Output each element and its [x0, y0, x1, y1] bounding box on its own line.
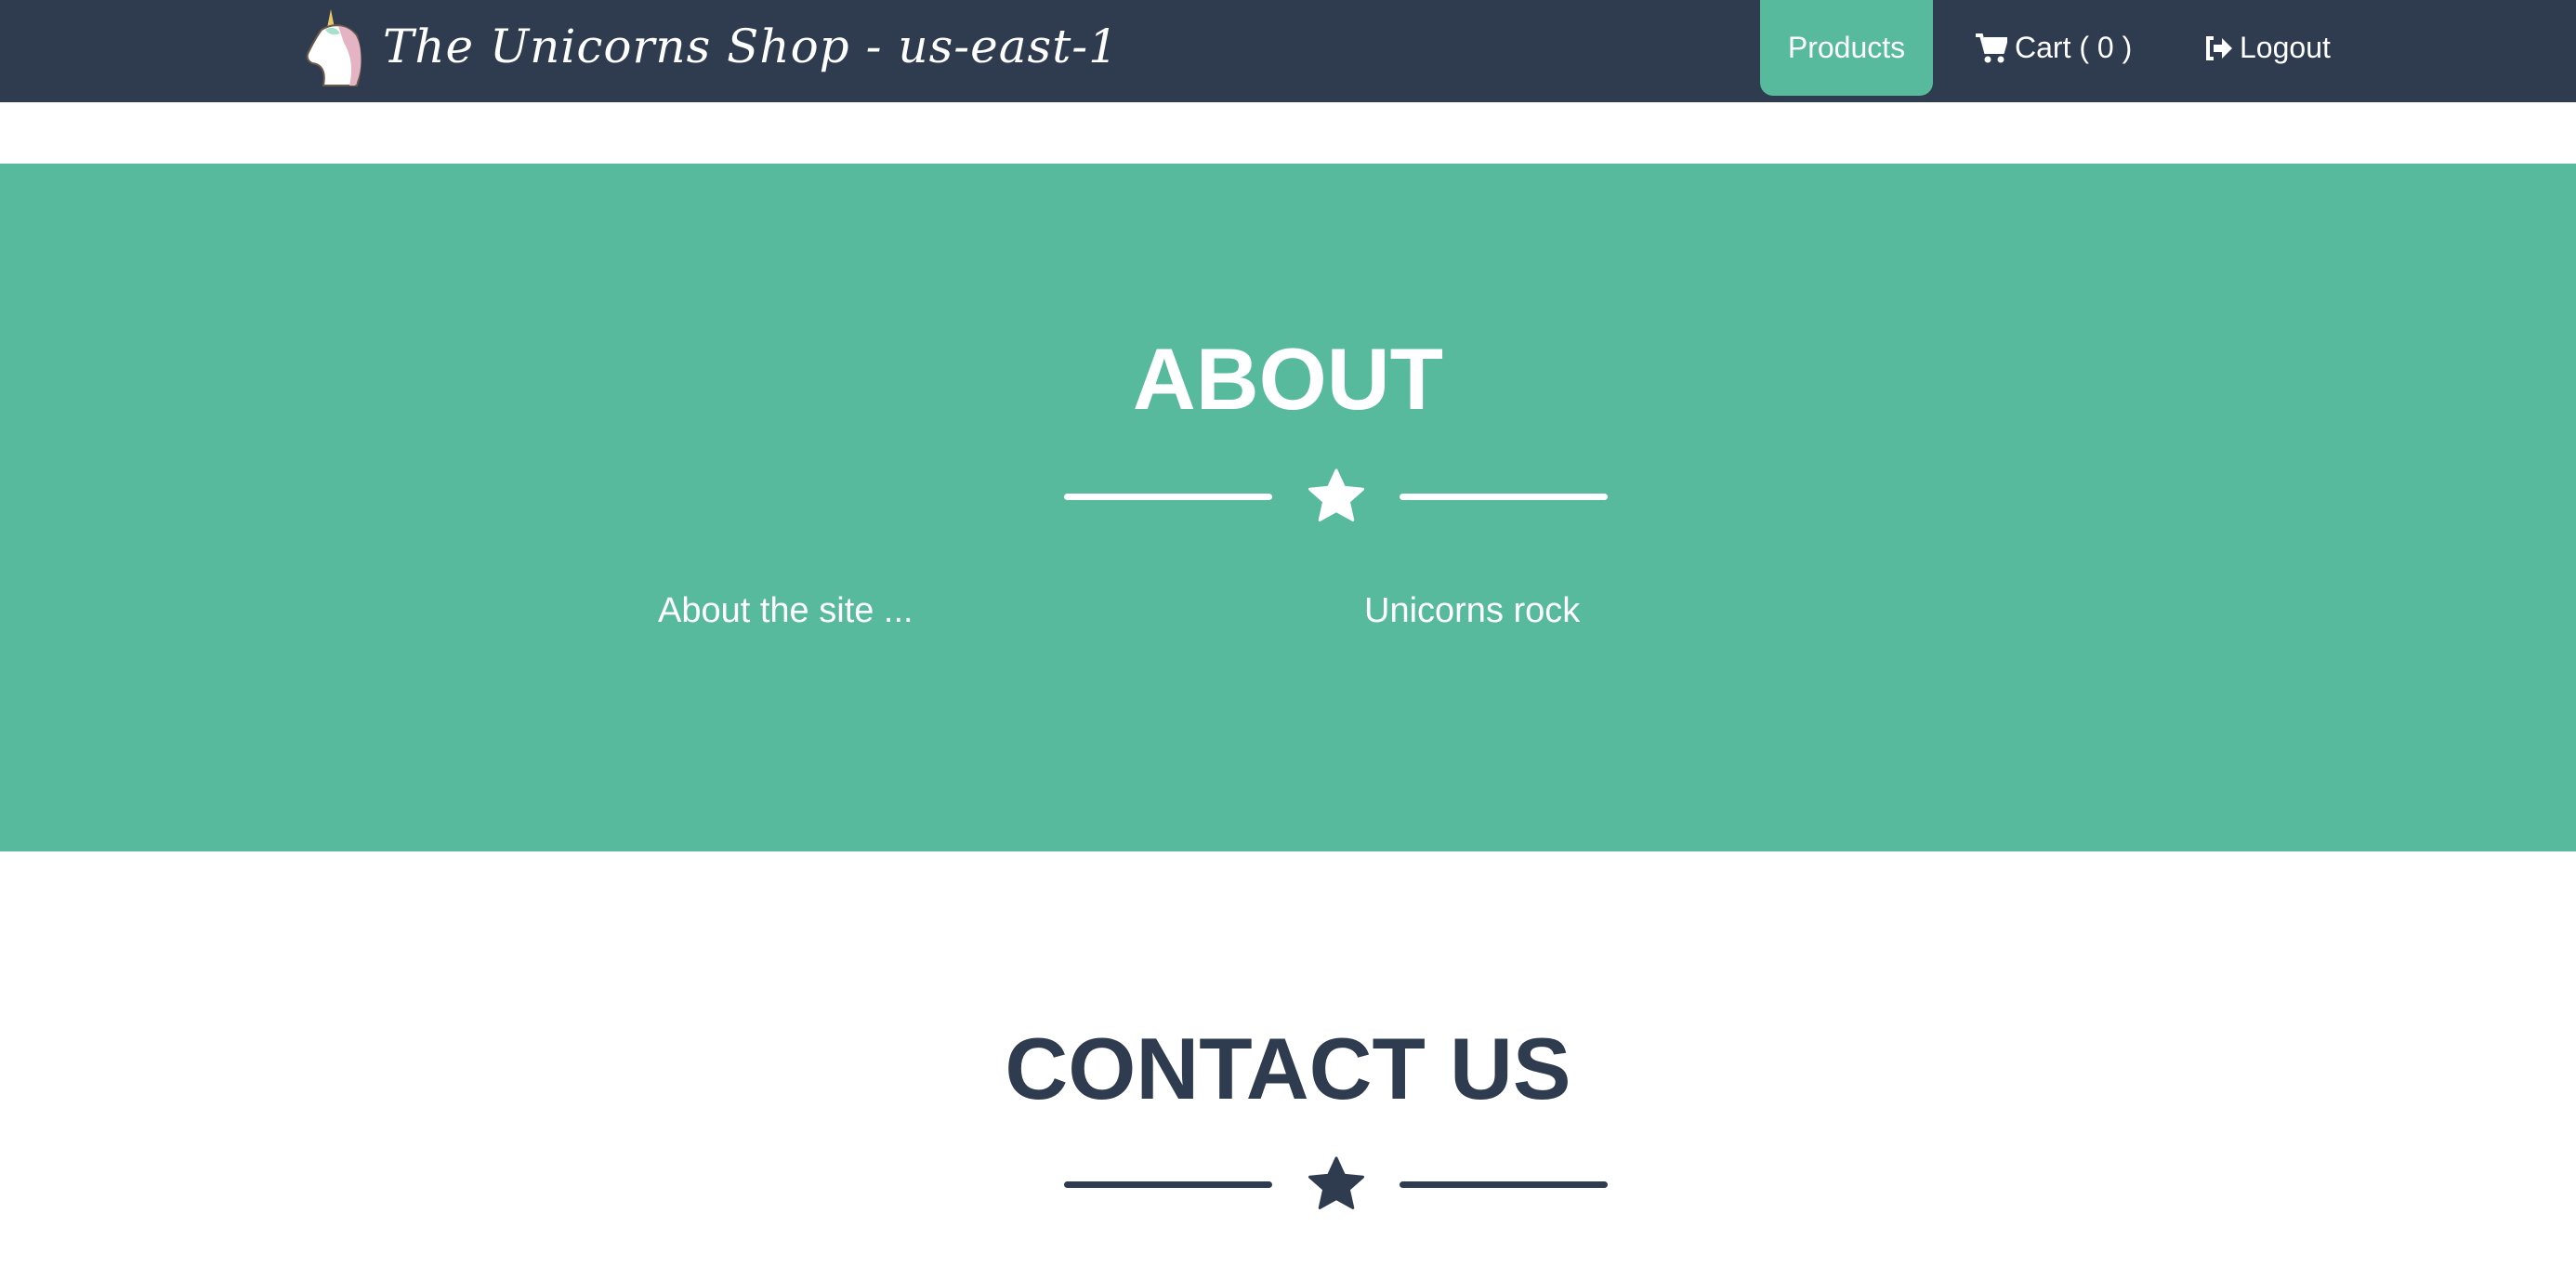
brand-title: The Unicorns Shop - us-east-1: [383, 20, 1119, 73]
nav-logout[interactable]: Logout: [2204, 0, 2331, 96]
nav-logout-label: Logout: [2240, 31, 2331, 64]
brand-link[interactable]: The Unicorns Shop - us-east-1: [303, 4, 1119, 89]
about-left-text: About the site ...: [658, 591, 913, 630]
star-icon: [1308, 468, 1365, 521]
nav-cart-label: Cart ( 0 ): [2015, 31, 2133, 64]
about-right-text: Unicorns rock: [1364, 591, 1581, 630]
nav-products[interactable]: Products: [1760, 0, 1933, 96]
cart-icon: [1976, 33, 2007, 62]
contact-divider: [1064, 1153, 1608, 1218]
about-title: ABOUT: [1132, 330, 1444, 428]
about-section: ABOUT About the site ... Unicorns rock: [0, 164, 2576, 851]
nav-products-label: Products: [1787, 31, 1906, 64]
navbar: The Unicorns Shop - us-east-1 Products C…: [0, 0, 2576, 102]
about-divider: [1064, 465, 1608, 530]
contact-title: CONTACT US: [1005, 1020, 1571, 1117]
star-icon: [1308, 1156, 1365, 1209]
sign-out-icon: [2206, 35, 2232, 60]
unicorn-logo-icon: [306, 9, 361, 86]
nav-cart[interactable]: Cart ( 0 ): [1976, 0, 2132, 96]
